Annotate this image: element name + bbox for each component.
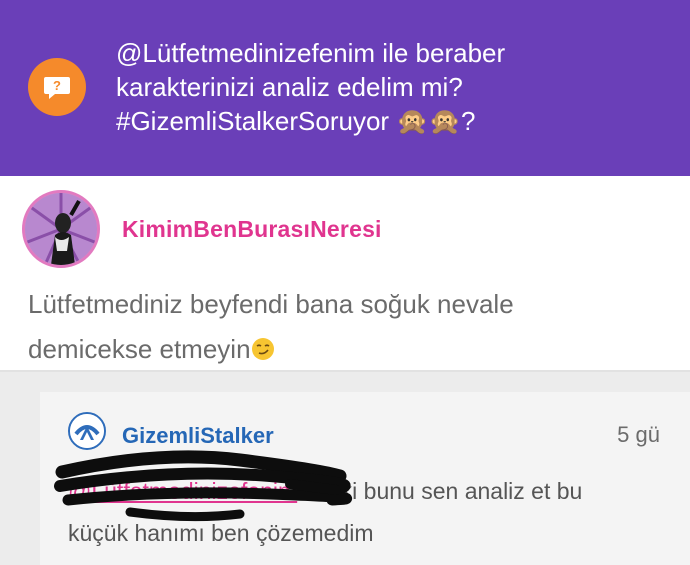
question-line-3: #GizemliStalkerSoruyor 🙊🙊?	[116, 106, 476, 136]
answer-text-line-2: demicekse etmeyin	[28, 334, 251, 364]
commenter-avatar-image	[70, 414, 104, 448]
answer-username[interactable]: KimimBenBurasıNeresi	[122, 216, 382, 243]
question-line-1: @Lütfetmedinizefenim ile beraber	[116, 38, 506, 68]
answer-card: KimimBenBurasıNeresi Lütfetmediniz beyfe…	[0, 176, 690, 372]
commenter-username[interactable]: GizemliStalker	[122, 423, 274, 449]
comment-timestamp: 5 gü	[617, 422, 660, 447]
question-badge: ?	[28, 58, 86, 116]
answer-text-line-1: Lütfetmediniz beyfendi bana soğuk nevale	[28, 289, 514, 319]
question-text: @Lütfetmedinizefenim ile beraber karakte…	[116, 36, 676, 138]
question-line-2: karakterinizi analiz edelim mi?	[116, 72, 463, 102]
avatar-image	[25, 193, 97, 265]
comment-block: GizemliStalker 5 gü @Lütfetmedinizefenim…	[40, 392, 690, 565]
answer-text-line-2-wrap: demicekse etmeyin	[28, 327, 668, 372]
question-header: ? @Lütfetmedinizefenim ile beraber karak…	[0, 0, 690, 176]
avatar[interactable]	[22, 190, 100, 268]
answer-text: Lütfetmediniz beyfendi bana soğuk nevale…	[28, 282, 668, 372]
comment-text: @Lütfetmedinizefenim kanki bunu sen anal…	[68, 470, 668, 554]
question-bubble-icon: ?	[44, 77, 70, 99]
commenter-avatar[interactable]	[68, 412, 106, 450]
comment-text-line-1: kanki bunu sen analiz et bu	[303, 478, 583, 504]
comment-text-line-1-wrap: @Lütfetmedinizefenim kanki bunu sen anal…	[68, 470, 668, 512]
comment-mention-link[interactable]: @Lütfetmedinizefenim	[68, 478, 297, 504]
comment-text-line-2: küçük hanımı ben çözemedim	[68, 520, 374, 546]
smirk-emoji-icon	[251, 330, 275, 360]
svg-text:?: ?	[53, 78, 61, 93]
